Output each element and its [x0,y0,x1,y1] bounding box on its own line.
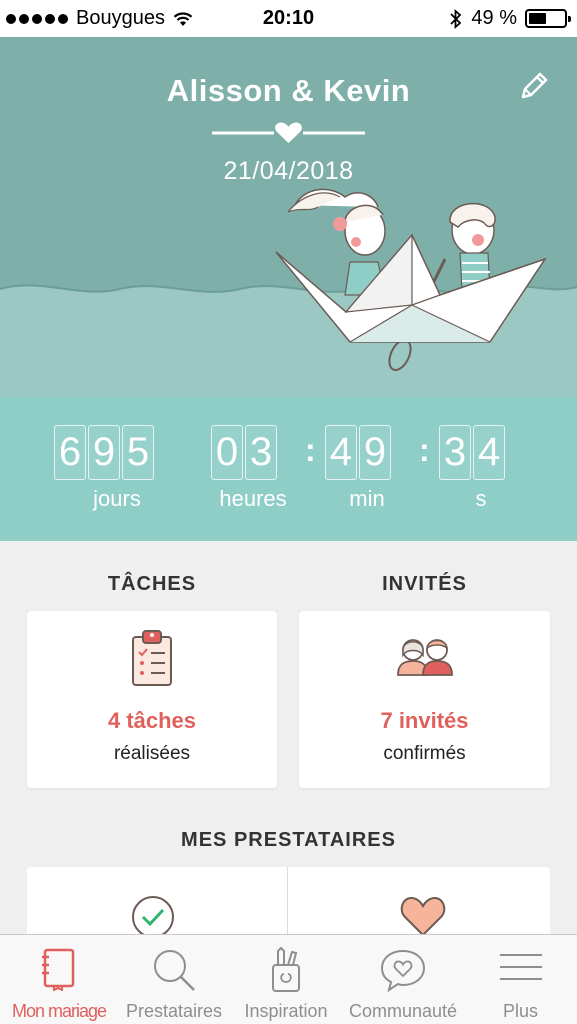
battery-percent: 49 % [471,7,517,29]
hours-label: heures [219,486,287,511]
pencil-icon[interactable] [517,69,551,103]
days-label: jours [93,486,141,511]
pencil-cup-icon [272,947,300,992]
guests-title: INVITÉS [382,573,467,595]
guests-count: 7 invités [380,708,469,733]
seconds-counter: 3 4 [439,425,507,480]
tab-label: Inspiration [244,1001,328,1021]
digit: 3 [245,425,277,480]
digit: 6 [54,425,86,480]
tab-inspiration[interactable]: Inspiration [230,935,342,1024]
tab-mon-mariage[interactable]: Mon mariage [0,935,118,1024]
wedding-date: 21/04/2018 [223,157,354,185]
search-icon [154,950,195,991]
tasks-count: 4 tâches [107,708,197,733]
bluetooth-icon [450,8,462,29]
minutes-label: min [349,486,385,511]
digit: 5 [122,425,154,480]
days-counter: 6 9 5 [54,425,156,480]
guests-subtitle: confirmés [383,743,466,764]
seconds-label: s [475,486,487,511]
tasks-card[interactable]: 4 tâches réalisées [27,611,277,788]
hours-counter: 0 3 [211,425,279,480]
tasks-subtitle: réalisées [113,743,191,764]
tab-bar: Mon mariage Prestataires Inspiration Com… [0,934,577,1024]
digit: 9 [88,425,120,480]
clipboard-icon [132,630,172,686]
digit: 9 [359,425,391,480]
tab-label: Communauté [348,1001,458,1021]
countdown: 6 9 5 0 3 : 4 9 : 3 4 jours heures min s [0,397,577,541]
tasks-title: TÂCHES [107,573,197,595]
digit: 4 [473,425,505,480]
menu-icon [499,954,542,980]
tab-label: Prestataires [125,1001,223,1021]
status-bar: Bouygues 20:10 49 % [0,0,577,37]
chat-heart-icon [380,949,426,993]
heart-divider [212,122,365,143]
tab-prestataires[interactable]: Prestataires [118,935,230,1024]
heart-icon [400,897,446,937]
hero-banner: Alisson & Kevin 21/04/2018 [0,37,577,397]
guests-icon [396,639,453,676]
battery-icon [525,9,571,28]
minutes-counter: 4 9 [325,425,393,480]
guests-card[interactable]: 7 invités confirmés [299,611,550,788]
check-circle-icon [132,896,174,938]
time-separator: : [419,432,430,468]
tab-label: Mon mariage [11,1001,107,1021]
digit: 0 [211,425,243,480]
digit: 4 [325,425,357,480]
time-separator: : [305,432,316,468]
digit: 3 [439,425,471,480]
tab-label: Plus [502,1001,538,1021]
vendors-title: MES PRESTATAIRES [181,829,396,851]
tab-plus[interactable]: Plus [464,935,577,1024]
couple-name: Alisson & Kevin [166,73,411,108]
notebook-icon [42,948,75,991]
tab-communaute[interactable]: Communauté [342,935,464,1024]
